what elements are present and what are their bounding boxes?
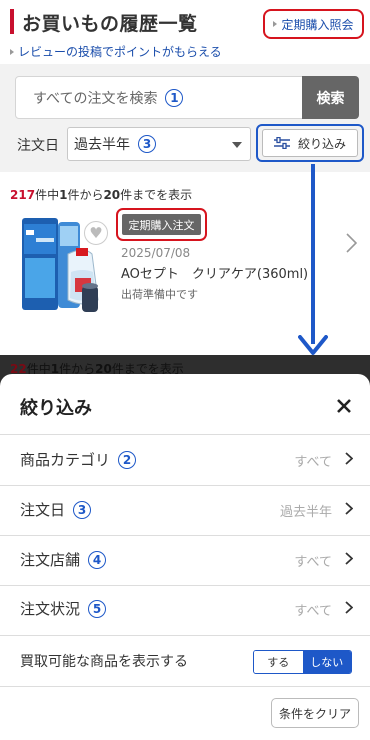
toggle-yes[interactable]: する <box>254 651 303 673</box>
close-icon[interactable] <box>335 397 353 415</box>
annotation-marker-3: 3 <box>73 500 92 519</box>
divider <box>0 585 370 586</box>
chevron-right-icon[interactable] <box>345 502 353 515</box>
order-date-select[interactable]: 過去半年 3 <box>67 127 251 161</box>
product-name[interactable]: AOセプト クリアケア(360ml) <box>121 263 308 282</box>
chevron-right-icon[interactable] <box>345 452 353 465</box>
result-count: 217件中1件から20件までを表示 <box>10 188 193 202</box>
shipping-status: 出荷準備中です <box>121 288 198 301</box>
search-button[interactable]: 検索 <box>302 76 359 119</box>
buyback-toggle[interactable]: する しない <box>253 650 352 674</box>
annotation-marker-4: 4 <box>88 550 107 569</box>
buyback-label: 買取可能な商品を表示する <box>20 654 188 670</box>
clear-conditions-button[interactable]: 条件をクリア <box>271 698 359 728</box>
filter-row-store[interactable]: 注文店舗 4 <box>20 549 107 570</box>
divider <box>0 434 370 435</box>
filter-row-category-value: すべて <box>294 455 332 470</box>
order-date-value: 過去半年 <box>74 137 130 153</box>
arrow-down-icon <box>298 335 328 355</box>
triangle-right-icon <box>10 48 14 55</box>
filter-button-highlight <box>256 124 364 162</box>
teiki-order-badge: 定期購入注文 <box>122 214 201 235</box>
review-points-label: レビューの投稿でポイントがもらえる <box>18 45 222 59</box>
search-placeholder: すべての注文を検索 <box>33 90 158 107</box>
chevron-right-icon[interactable] <box>345 601 353 614</box>
teiki-inquiry-label: 定期購入照会 <box>281 17 354 32</box>
filter-row-status-value: すべて <box>294 604 332 619</box>
filter-row-status[interactable]: 注文状況 5 <box>20 598 107 619</box>
triangle-right-icon <box>273 21 278 27</box>
page-title: お買いもの履歴一覧 <box>22 13 198 35</box>
chevron-right-icon[interactable] <box>345 552 353 565</box>
review-points-link[interactable]: レビューの投稿でポイントがもらえる <box>10 43 222 60</box>
divider <box>0 635 370 636</box>
filter-row-order-date-value: 過去半年 <box>279 505 332 520</box>
annotation-marker-5: 5 <box>88 599 107 618</box>
filter-row-store-value: すべて <box>294 555 332 570</box>
divider <box>0 686 370 687</box>
filter-row-order-date[interactable]: 注文日 3 <box>20 499 92 520</box>
order-date-label: 注文日 <box>17 138 59 154</box>
toggle-no[interactable]: しない <box>302 651 351 673</box>
title-accent-bar <box>10 9 14 34</box>
divider <box>0 535 370 536</box>
heart-icon: ♥ <box>89 224 103 242</box>
caret-down-icon <box>232 142 242 148</box>
annotation-marker-1: 1 <box>165 88 184 107</box>
favorite-heart-button[interactable]: ♥ <box>84 221 108 245</box>
search-input[interactable]: すべての注文を検索 1 <box>15 76 303 119</box>
chevron-right-icon[interactable] <box>346 233 357 253</box>
annotation-arrow-line <box>311 164 315 344</box>
order-date: 2025/07/08 <box>121 246 191 260</box>
annotation-marker-2: 2 <box>118 450 137 469</box>
divider <box>0 485 370 486</box>
filter-row-category[interactable]: 商品カテゴリ 2 <box>20 449 137 470</box>
annotation-marker-3: 3 <box>138 135 156 153</box>
sheet-title: 絞り込み <box>20 398 92 419</box>
teiki-inquiry-link[interactable]: 定期購入照会 <box>263 9 364 39</box>
